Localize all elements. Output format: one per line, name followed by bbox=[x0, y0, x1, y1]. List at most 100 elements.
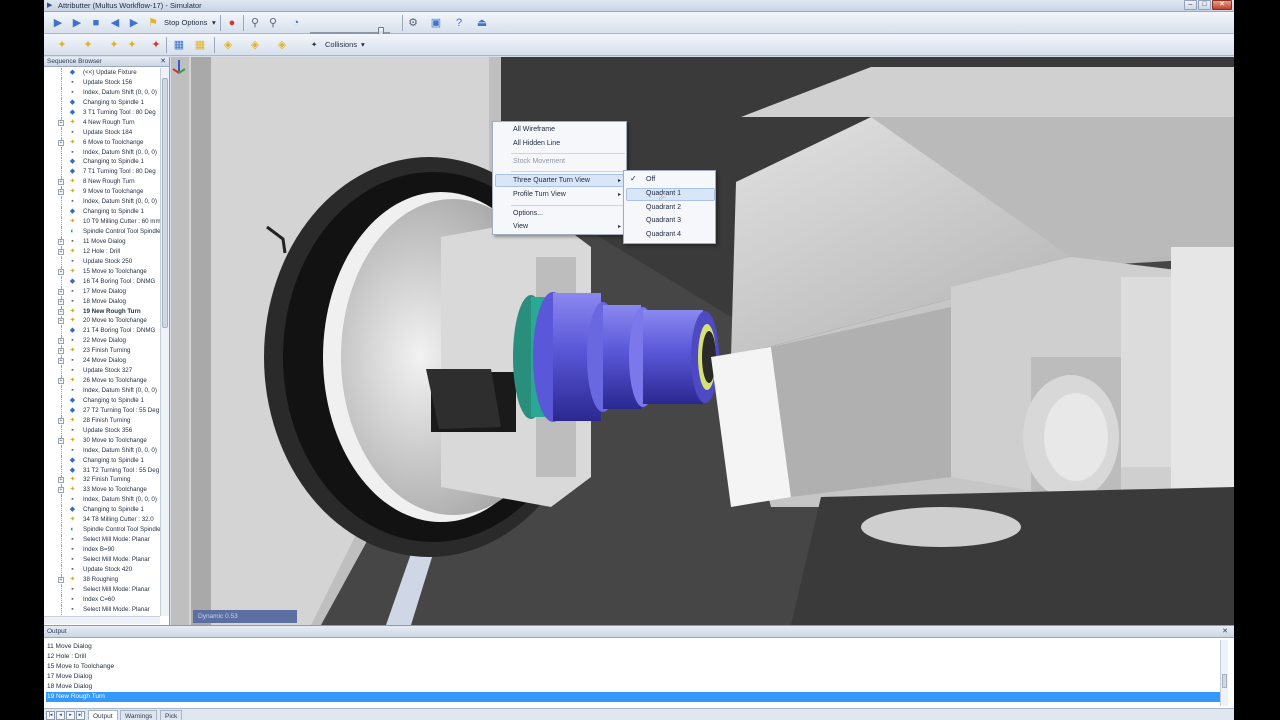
sequence-item[interactable]: ◆ 27 T2 Turning Tool : 55 Deg bbox=[44, 405, 160, 416]
sequence-item[interactable]: ◆ Changing to Spindle 1 bbox=[44, 97, 160, 108]
submenu-item-quadrant-3[interactable]: Quadrant 3 bbox=[646, 217, 681, 224]
sequence-item[interactable]: + ▪ 11 Move Dialog bbox=[44, 236, 160, 247]
sequence-item[interactable]: + ▪ 17 Move Dialog bbox=[44, 286, 160, 297]
sequence-item[interactable]: ▪ Update Stock 156 bbox=[44, 77, 160, 88]
expand-icon[interactable]: + bbox=[58, 358, 64, 365]
sequence-item[interactable]: ◆ Changing to Spindle 1 bbox=[44, 455, 160, 466]
sequence-item[interactable]: ◐ Spindle Control Tool Spindle bbox=[44, 227, 160, 237]
sequence-item[interactable]: ◆ 21 T4 Boring Tool : DNMG bbox=[44, 326, 160, 337]
stop-options-icon[interactable]: ⚑ bbox=[145, 15, 161, 31]
expand-icon[interactable]: + bbox=[58, 576, 64, 583]
sequence-item[interactable]: ◆ Changing to Spindle 1 bbox=[44, 157, 160, 168]
prev-tab-nav-icon[interactable]: ◂ bbox=[56, 711, 65, 720]
sequence-item[interactable]: ◆ Changing to Spindle 1 bbox=[44, 207, 160, 218]
tab-pick[interactable]: Pick bbox=[160, 710, 183, 720]
machine-view-icon[interactable]: ✦ bbox=[54, 37, 70, 53]
help-icon[interactable]: ? bbox=[451, 15, 467, 31]
expand-icon[interactable]: + bbox=[58, 248, 64, 255]
sequence-item[interactable]: + ▪ 22 Move Dialog bbox=[44, 336, 160, 347]
zoom-icon[interactable]: ⚲ bbox=[247, 15, 263, 31]
expand-icon[interactable]: + bbox=[58, 437, 64, 444]
sequence-item[interactable]: ▪ Update Stock 327 bbox=[44, 366, 160, 377]
expand-icon[interactable]: + bbox=[58, 268, 64, 275]
fixture-view-icon[interactable]: ✦ bbox=[148, 37, 164, 53]
scrollbar-thumb[interactable] bbox=[162, 78, 168, 328]
expand-icon[interactable]: + bbox=[58, 179, 64, 186]
sequence-item[interactable]: + ✦ 19 New Rough Turn bbox=[44, 306, 160, 317]
top-view-icon[interactable]: ◈ bbox=[274, 37, 290, 53]
sequence-item[interactable]: + ✦ 38 Roughing bbox=[44, 574, 160, 585]
expand-icon[interactable]: + bbox=[58, 417, 64, 424]
menu-item-view[interactable]: View bbox=[513, 223, 528, 230]
sequence-item[interactable]: ◆ 3 T1 Turning Tool : 80 Deg bbox=[44, 107, 160, 118]
output-line[interactable]: 17 Move Dialog bbox=[46, 672, 1220, 682]
output-line[interactable]: 18 Move Dialog bbox=[46, 682, 1220, 692]
sequence-item[interactable]: + ✦ 23 Finish Turning bbox=[44, 346, 160, 357]
sequence-item[interactable]: + ✦ 33 Move to Toolchange bbox=[44, 485, 160, 496]
output-line[interactable]: 11 Move Dialog bbox=[46, 642, 1220, 652]
menu-item-options[interactable]: Options... bbox=[513, 210, 543, 217]
expand-icon[interactable]: + bbox=[58, 338, 64, 345]
speed-icon[interactable]: ◔ bbox=[288, 15, 304, 31]
sequence-item[interactable]: ▪ Update Stock 420 bbox=[44, 564, 160, 575]
sequence-item[interactable]: ◆ Changing to Spindle 1 bbox=[44, 505, 160, 516]
sequence-item[interactable]: ◆ (<<) Update Fixture bbox=[44, 68, 160, 78]
sequence-item[interactable]: + ✦ 12 Hole : Drill bbox=[44, 246, 160, 257]
sequence-vertical-scrollbar[interactable] bbox=[160, 68, 169, 616]
tab-warnings[interactable]: Warnings bbox=[120, 710, 158, 720]
sequence-item[interactable]: ▪ Select Mill Mode: Planar bbox=[44, 535, 160, 546]
expand-icon[interactable]: + bbox=[58, 238, 64, 245]
tool-view-icon[interactable]: ✦ bbox=[80, 37, 96, 53]
play-icon[interactable]: ▶ bbox=[50, 15, 66, 31]
eject-icon[interactable]: ⏏ bbox=[474, 15, 490, 31]
expand-icon[interactable]: + bbox=[58, 288, 64, 295]
step-icon[interactable]: ▶ bbox=[69, 15, 85, 31]
sequence-horizontal-scrollbar[interactable] bbox=[44, 616, 160, 624]
sequence-item[interactable]: ◆ 7 T1 Turning Tool : 80 Deg bbox=[44, 167, 160, 178]
expand-icon[interactable]: + bbox=[58, 378, 64, 385]
simulation-viewport[interactable]: Dynamic 0.53 bbox=[171, 57, 1234, 625]
front-view-icon[interactable]: ◈ bbox=[247, 37, 263, 53]
save-icon[interactable]: ▣ bbox=[428, 15, 444, 31]
forward-icon[interactable]: ▶ bbox=[126, 15, 142, 31]
sequence-item[interactable]: ▪ Index, Datum Shift (0, 0, 0) bbox=[44, 445, 160, 456]
expand-icon[interactable]: + bbox=[58, 477, 64, 484]
sequence-item[interactable]: ▪ Update Stock 356 bbox=[44, 425, 160, 436]
close-button[interactable]: ✕ bbox=[1212, 0, 1232, 10]
collisions-dropdown-icon[interactable]: ▾ bbox=[361, 40, 365, 49]
sequence-item[interactable]: + ✦ 8 New Rough Turn bbox=[44, 177, 160, 188]
stop-options-button[interactable]: Stop Options bbox=[164, 18, 207, 27]
tab-output[interactable]: Output bbox=[88, 710, 118, 720]
sequence-item[interactable]: ▪ Index B=90 bbox=[44, 545, 160, 555]
output-line[interactable]: 19 New Rough Turn bbox=[46, 692, 1220, 702]
sequence-item[interactable]: ◆ Changing to Spindle 1 bbox=[44, 395, 160, 406]
output-line[interactable]: 12 Hole : Drill bbox=[46, 652, 1220, 662]
isometric-view-icon[interactable]: ◈ bbox=[220, 37, 236, 53]
output-scrollbar[interactable] bbox=[1220, 640, 1228, 706]
sequence-item[interactable]: + ✦ 6 Move to Toolchange bbox=[44, 137, 160, 148]
sequence-item[interactable]: ✦ 34 T8 Milling Cutter : 32.0 bbox=[44, 515, 160, 526]
hidden-line-icon[interactable]: ▦ bbox=[192, 37, 208, 53]
sequence-item[interactable]: + ✦ 15 Move to Toolchange bbox=[44, 266, 160, 277]
expand-icon[interactable]: + bbox=[58, 298, 64, 305]
sequence-item[interactable]: ▪ Index, Datum Shift (0, 0, 0) bbox=[44, 87, 160, 98]
maximize-button[interactable]: □ bbox=[1198, 0, 1211, 10]
part-view-icon[interactable]: ✦ bbox=[106, 37, 122, 53]
sequence-item[interactable]: ▪ Select Mill Mode: Planar bbox=[44, 584, 160, 595]
expand-icon[interactable]: + bbox=[58, 139, 64, 146]
expand-icon[interactable]: + bbox=[58, 119, 64, 126]
sequence-item[interactable]: + ✦ 9 Move to Toolchange bbox=[44, 187, 160, 198]
stop-icon[interactable]: ■ bbox=[88, 15, 104, 31]
save-settings-icon[interactable]: ⚙ bbox=[405, 15, 421, 31]
sequence-item[interactable]: ▪ Update Stock 250 bbox=[44, 256, 160, 267]
stock-view-icon[interactable]: ✦ bbox=[124, 37, 140, 53]
minimize-button[interactable]: – bbox=[1184, 0, 1197, 10]
sequence-item[interactable]: + ▪ 24 Move Dialog bbox=[44, 356, 160, 367]
sequence-item[interactable]: ▪ Index, Datum Shift (0, 0, 0) bbox=[44, 147, 160, 158]
sequence-item[interactable]: + ✦ 28 Finish Turning bbox=[44, 415, 160, 426]
last-tab-nav-icon[interactable]: ▸| bbox=[76, 711, 85, 720]
sequence-item[interactable]: ▪ Select Mill Mode: Planar bbox=[44, 554, 160, 565]
sequence-item[interactable]: ▪ Index C=60 bbox=[44, 594, 160, 605]
sequence-item[interactable]: ✦ 10 T9 Milling Cutter : 60 mm bbox=[44, 217, 160, 228]
output-close-icon[interactable]: ✕ bbox=[1222, 626, 1228, 638]
